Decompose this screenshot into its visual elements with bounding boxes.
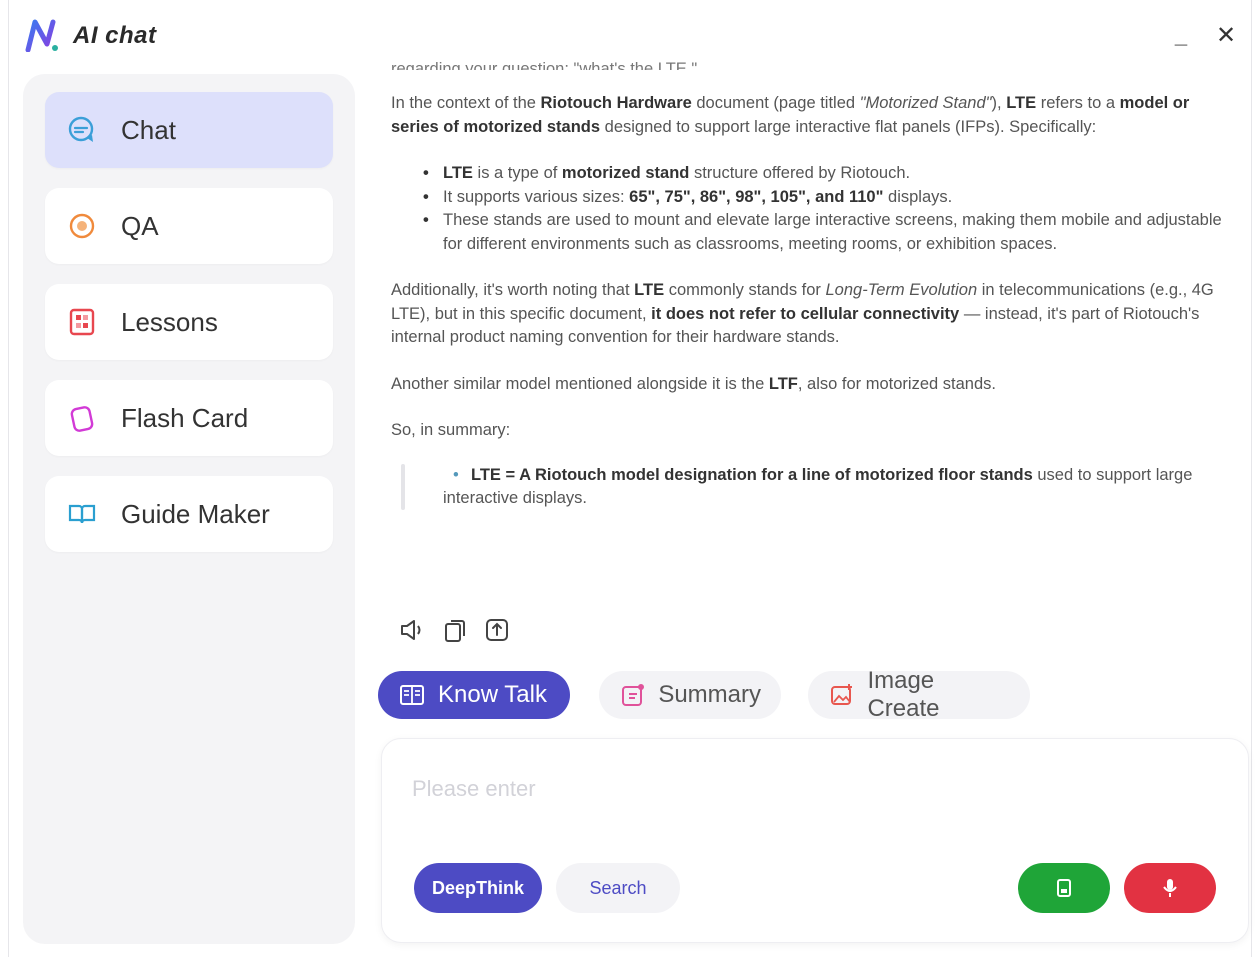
- tab-label: Summary: [658, 681, 761, 708]
- sidebar: Chat QA Lessons Flash Card Guide Maker: [23, 74, 355, 944]
- message-bullet-list: LTE is a type of motorized stand structu…: [391, 162, 1231, 256]
- italic-text: "Motorized Stand": [859, 94, 992, 112]
- message-paragraph: Additionally, it's worth noting that LTE…: [391, 279, 1231, 350]
- list-item: These stands are used to mount and eleva…: [423, 209, 1231, 256]
- text-span: is a type of: [472, 164, 562, 182]
- open-book-icon: [65, 497, 99, 531]
- deepthink-button[interactable]: DeepThink: [414, 863, 542, 913]
- summary-blockquote: • LTE = A Riotouch model designation for…: [391, 463, 1231, 511]
- text-span: structure offered by Riotouch.: [689, 164, 911, 182]
- bold-text: Riotouch Hardware: [540, 94, 692, 112]
- tablet-icon: [1057, 879, 1071, 897]
- text-span: commonly stands for: [664, 281, 826, 299]
- bold-text: LTE: [443, 164, 473, 182]
- app-title: AI chat: [73, 22, 157, 49]
- tab-label: Image Create: [867, 667, 940, 722]
- list-item: It supports various sizes: 65", 75", 86"…: [423, 186, 1231, 210]
- flash-card-icon: [65, 401, 99, 435]
- tab-image-create[interactable]: Image Create: [808, 667, 1030, 722]
- message-paragraph: So, in summary:: [391, 421, 511, 439]
- tab-summary[interactable]: Summary: [599, 671, 781, 719]
- bold-text: motorized stand: [561, 164, 690, 182]
- summary-doc-icon: [619, 681, 646, 709]
- bold-text: LTF: [768, 374, 798, 393]
- message-cut-line: regarding your question: "what's the LTE…: [391, 60, 698, 70]
- sidebar-item-chat[interactable]: Chat: [45, 92, 333, 168]
- text-span: designed to support large interactive fl…: [600, 117, 1097, 136]
- assistant-message: regarding your question: "what's the LTE…: [391, 56, 1231, 511]
- lessons-grid-icon: [65, 305, 99, 339]
- sidebar-item-label: Flash Card: [121, 402, 249, 433]
- sidebar-item-flash-card[interactable]: Flash Card: [45, 380, 333, 456]
- text-span: In the context of the: [391, 94, 541, 112]
- bold-text: LTE: [634, 281, 665, 299]
- prompt-input[interactable]: [412, 769, 1212, 809]
- sidebar-item-label: Guide Maker: [121, 498, 270, 529]
- book-icon: [398, 681, 426, 709]
- share-icon[interactable]: [483, 616, 511, 644]
- qa-bubble-icon: [65, 209, 99, 243]
- text-span: displays.: [883, 187, 953, 206]
- text-span: Another similar model mentioned alongsid…: [391, 374, 769, 393]
- bold-text: 65", 75", 86", 98", 105", and 110": [629, 187, 884, 206]
- text-span: document (page titled: [691, 94, 860, 112]
- text-span: ),: [991, 94, 1007, 112]
- quote-text: LTE = A Riotouch model designation for a…: [413, 464, 1231, 511]
- bold-text: LTE: [1006, 94, 1037, 112]
- voice-input-button[interactable]: [1124, 863, 1216, 913]
- prompt-composer: DeepThink Search: [381, 738, 1249, 943]
- sidebar-item-label: QA: [121, 210, 159, 241]
- list-item: LTE is a type of motorized stand structu…: [423, 162, 1231, 186]
- app-logo-icon: [25, 19, 58, 52]
- image-create-icon: [828, 681, 855, 709]
- tab-label: Know Talk: [438, 681, 547, 708]
- text-span: Additionally, it's worth noting that: [391, 281, 635, 299]
- sidebar-item-guide-maker[interactable]: Guide Maker: [45, 476, 333, 552]
- text-span: refers to a: [1036, 94, 1120, 112]
- screen-capture-button[interactable]: [1018, 863, 1110, 913]
- message-paragraph: Another similar model mentioned alongsid…: [391, 373, 1231, 397]
- text-span: It supports various sizes:: [443, 187, 630, 206]
- minimize-button[interactable]: _: [1167, 22, 1195, 50]
- search-button[interactable]: Search: [556, 863, 680, 913]
- app-window: AI chat _ ✕ Chat QA Lessons Flash Card G…: [8, 0, 1252, 957]
- bold-text: LTE = A Riotouch model designation for a…: [471, 465, 1033, 484]
- text-span: , also for motorized stands.: [797, 374, 996, 393]
- sidebar-item-label: Chat: [121, 114, 176, 145]
- sidebar-item-qa[interactable]: QA: [45, 188, 333, 264]
- microphone-icon: [1163, 879, 1177, 897]
- tab-know-talk[interactable]: Know Talk: [378, 671, 570, 719]
- copy-icon[interactable]: [441, 616, 469, 644]
- bullet-dot-icon: •: [453, 465, 459, 484]
- bold-text: it does not refer to cellular connectivi…: [651, 304, 960, 323]
- italic-text: Long-Term Evolution: [825, 281, 978, 299]
- sidebar-item-label: Lessons: [121, 306, 218, 337]
- close-button[interactable]: ✕: [1212, 22, 1240, 50]
- sidebar-item-lessons[interactable]: Lessons: [45, 284, 333, 360]
- chat-bubble-icon: [65, 113, 99, 147]
- quote-bar: [401, 463, 405, 510]
- speaker-icon[interactable]: [399, 616, 427, 644]
- message-paragraph: In the context of the Riotouch Hardware …: [391, 92, 1231, 139]
- message-actions: [399, 616, 511, 644]
